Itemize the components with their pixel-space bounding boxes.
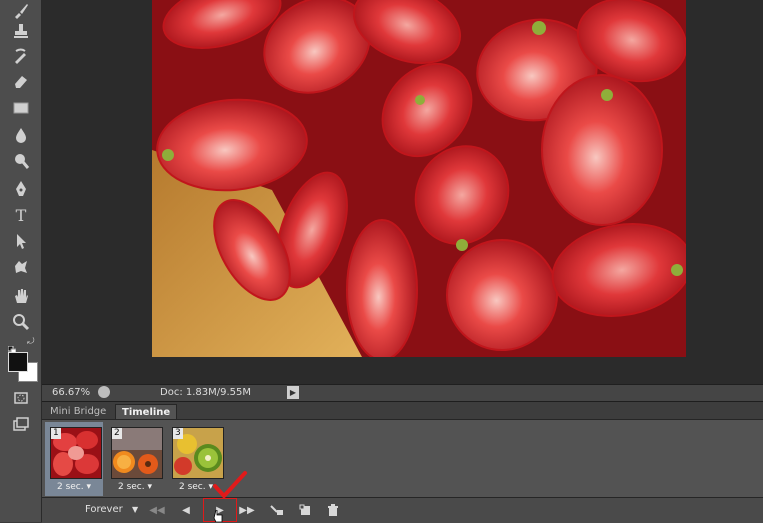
frame-2[interactable]: 2 2 sec. ▾ bbox=[106, 422, 164, 496]
frame-delay[interactable]: 2 sec. ▾ bbox=[106, 482, 164, 492]
mouse-pointer-icon bbox=[213, 510, 223, 522]
status-bar: 66.67% Doc: 1.83M/9.55M ▶ bbox=[42, 384, 763, 402]
timeline-controls: Forever ▼ ◀◀ ◀ ▶ ▶▶ bbox=[42, 497, 763, 523]
timeline-panel: 1 2 sec. ▾ 2 2 sec. ▾ 3 2 sec. ▾ bbox=[42, 419, 763, 498]
loop-select[interactable]: Forever ▼ bbox=[74, 501, 142, 519]
frame-number: 1 bbox=[51, 428, 61, 439]
frame-number: 3 bbox=[173, 428, 183, 439]
screen-mode-icon[interactable] bbox=[8, 413, 34, 435]
document-canvas[interactable] bbox=[42, 0, 763, 384]
blur-tool-icon[interactable] bbox=[8, 124, 34, 146]
zoom-tool-icon[interactable] bbox=[8, 311, 34, 333]
tools-panel: T ⤾ bbox=[0, 0, 42, 522]
frame-delay-label: 2 sec. bbox=[56, 482, 84, 492]
brush-tool-icon[interactable] bbox=[8, 0, 34, 22]
default-colors-icon[interactable] bbox=[7, 339, 17, 355]
frame-delay-label: 2 sec. bbox=[117, 482, 145, 492]
loop-select-value: Forever bbox=[85, 504, 123, 515]
duplicate-frame-icon[interactable] bbox=[292, 501, 318, 519]
red-checkmark-annotation bbox=[213, 471, 247, 498]
document-size: Doc: 1.83M/9.55M bbox=[160, 387, 252, 398]
frame-delay-label: 2 sec. bbox=[178, 482, 206, 492]
history-brush-tool-icon[interactable] bbox=[8, 45, 34, 67]
clone-stamp-tool-icon[interactable] bbox=[8, 20, 34, 42]
type-tool-icon[interactable]: T bbox=[8, 204, 34, 226]
panel-tab-bar: Mini Bridge Timeline bbox=[42, 401, 763, 421]
previous-frame-button[interactable]: ◀ bbox=[173, 501, 199, 519]
frame-delay[interactable]: 2 sec. ▾ bbox=[45, 482, 103, 492]
strawberries-image bbox=[152, 0, 686, 357]
quick-mask-icon[interactable] bbox=[8, 387, 34, 409]
path-selection-tool-icon[interactable] bbox=[8, 230, 34, 252]
tween-icon[interactable] bbox=[264, 501, 290, 519]
custom-shape-tool-icon[interactable] bbox=[8, 256, 34, 278]
zoom-level[interactable]: 66.67% bbox=[52, 387, 90, 398]
dodge-tool-icon[interactable] bbox=[8, 150, 34, 172]
foreground-color-swatch[interactable] bbox=[8, 352, 28, 372]
hand-tool-icon[interactable] bbox=[8, 285, 34, 307]
first-frame-button[interactable]: ◀◀ bbox=[144, 501, 170, 519]
tab-mini-bridge[interactable]: Mini Bridge bbox=[44, 404, 112, 420]
eraser-tool-icon[interactable] bbox=[8, 70, 34, 92]
status-menu-arrow-icon[interactable]: ▶ bbox=[287, 386, 299, 399]
trash-icon[interactable] bbox=[320, 501, 346, 519]
swap-colors-icon[interactable]: ⤾ bbox=[27, 337, 37, 347]
next-frame-button[interactable]: ▶▶ bbox=[234, 501, 260, 519]
frame-number: 2 bbox=[112, 428, 122, 439]
gradient-tool-icon[interactable] bbox=[8, 97, 34, 119]
pen-tool-icon[interactable] bbox=[8, 178, 34, 200]
status-info-icon[interactable] bbox=[98, 386, 110, 398]
frame-1[interactable]: 1 2 sec. ▾ bbox=[45, 422, 103, 496]
chevron-down-icon: ▼ bbox=[132, 505, 139, 514]
